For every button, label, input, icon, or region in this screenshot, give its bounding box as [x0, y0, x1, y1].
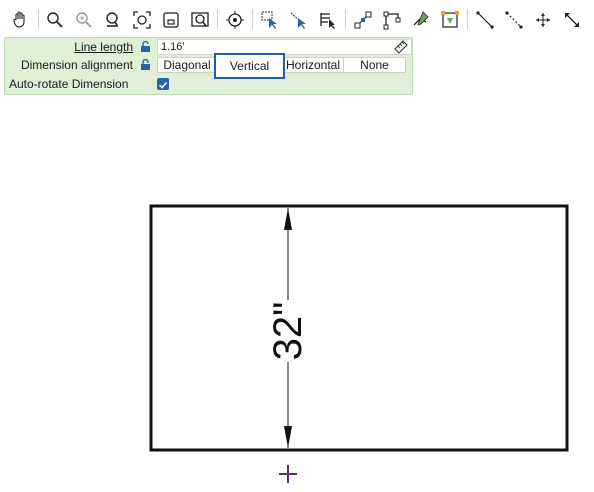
- drawing-canvas[interactable]: 32": [0, 0, 594, 492]
- cursor-crosshair-icon: [279, 465, 297, 483]
- arrowhead-bottom-icon: [284, 426, 292, 448]
- arrowhead-top-icon: [284, 208, 292, 230]
- rectangle-shape[interactable]: [149, 204, 569, 452]
- option-vertical[interactable]: Vertical: [214, 53, 285, 79]
- dimension-text[interactable]: 32": [266, 302, 310, 361]
